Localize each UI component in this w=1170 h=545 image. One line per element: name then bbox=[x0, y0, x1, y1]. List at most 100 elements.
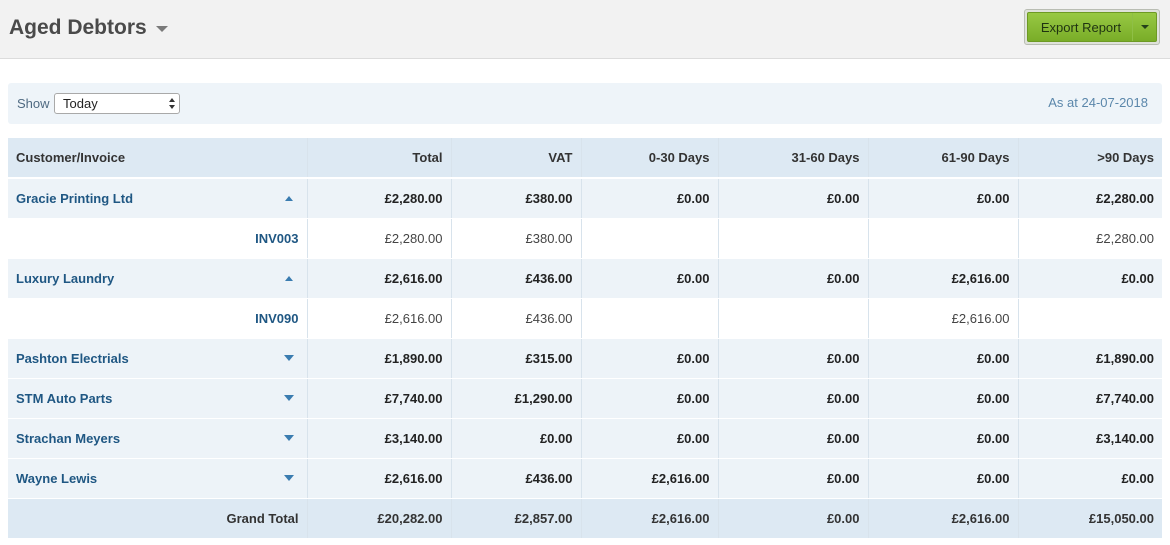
amount-cell: £0.00 bbox=[1018, 258, 1162, 299]
column-header: >90 Days bbox=[1018, 138, 1162, 179]
expand-row-toggle[interactable] bbox=[279, 388, 299, 408]
customer-link[interactable]: STM Auto Parts bbox=[16, 391, 112, 406]
column-header: VAT bbox=[451, 138, 582, 179]
amount-cell: £0.00 bbox=[718, 258, 869, 299]
amount-cell: £2,616.00 bbox=[868, 258, 1019, 299]
customer-row: Strachan Meyers £3,140.00 £0.00 £0.00 £0.00 £… bbox=[8, 418, 1162, 459]
amount-cell: £1,890.00 bbox=[307, 338, 452, 379]
amount-cell: £0.00 bbox=[868, 458, 1019, 499]
grand-total-cell: £2,616.00 bbox=[581, 498, 719, 538]
amount-cell bbox=[1018, 298, 1162, 339]
triangle-up-icon bbox=[284, 195, 293, 201]
show-select[interactable]: Today bbox=[54, 93, 180, 114]
triangle-down-icon bbox=[283, 395, 294, 401]
page-title: Aged Debtors bbox=[9, 16, 147, 39]
show-label: Show bbox=[17, 96, 50, 111]
amount-cell: £2,616.00 bbox=[868, 298, 1019, 339]
amount-cell: £2,616.00 bbox=[307, 258, 452, 299]
customer-cell: STM Auto Parts bbox=[8, 378, 308, 419]
customer-row: STM Auto Parts £7,740.00 £1,290.00 £0.00 £0.… bbox=[8, 378, 1162, 419]
expand-row-toggle[interactable] bbox=[279, 468, 299, 488]
amount-cell: £0.00 bbox=[581, 378, 719, 419]
amount-cell: £0.00 bbox=[581, 258, 719, 299]
amount-cell bbox=[581, 218, 719, 259]
invoice-link[interactable]: INV090 bbox=[255, 311, 298, 326]
amount-cell bbox=[581, 298, 719, 339]
invoice-cell: INV003 bbox=[8, 218, 308, 259]
customer-cell: Gracie Printing Ltd bbox=[8, 178, 308, 219]
amount-cell: £0.00 bbox=[581, 178, 719, 219]
export-report-button[interactable]: Export Report bbox=[1027, 12, 1157, 42]
collapse-row-toggle[interactable] bbox=[279, 268, 299, 288]
customer-row: Wayne Lewis £2,616.00 £436.00 £2,616.00 £0.0… bbox=[8, 458, 1162, 499]
amount-cell: £2,616.00 bbox=[307, 458, 452, 499]
amount-cell: £0.00 bbox=[581, 338, 719, 379]
customer-link[interactable]: Strachan Meyers bbox=[16, 431, 120, 446]
amount-cell: £0.00 bbox=[718, 378, 869, 419]
amount-cell: £1,290.00 bbox=[451, 378, 582, 419]
amount-cell: £7,740.00 bbox=[307, 378, 452, 419]
amount-cell: £0.00 bbox=[581, 418, 719, 459]
grand-total-label: Grand Total bbox=[8, 498, 308, 538]
customer-cell: Strachan Meyers bbox=[8, 418, 308, 459]
amount-cell: £0.00 bbox=[718, 458, 869, 499]
aged-debtors-table: Customer/Invoice Total VAT 0-30 Days 31-60 D… bbox=[8, 138, 1162, 538]
amount-cell: £2,280.00 bbox=[307, 178, 452, 219]
column-header: Total bbox=[307, 138, 452, 179]
page-header: Aged Debtors Export Report bbox=[0, 0, 1170, 59]
grand-total-cell: £20,282.00 bbox=[307, 498, 452, 538]
amount-cell: £0.00 bbox=[868, 378, 1019, 419]
export-menu-toggle[interactable] bbox=[1132, 13, 1156, 41]
amount-cell: £0.00 bbox=[718, 338, 869, 379]
invoice-row: INV003 £2,280.00 £380.00 £2,280.00 bbox=[8, 218, 1162, 259]
customer-cell: Pashton Electrials bbox=[8, 338, 308, 379]
collapse-row-toggle[interactable] bbox=[279, 188, 299, 208]
amount-cell bbox=[868, 218, 1019, 259]
expand-row-toggle[interactable] bbox=[279, 428, 299, 448]
invoice-link[interactable]: INV003 bbox=[255, 231, 298, 246]
customer-cell: Luxury Laundry bbox=[8, 258, 308, 299]
customer-row: Luxury Laundry £2,616.00 £436.00 £0.00 £0.00… bbox=[8, 258, 1162, 299]
invoice-row: INV090 £2,616.00 £436.00 £2,616.00 bbox=[8, 298, 1162, 339]
amount-cell: £3,140.00 bbox=[307, 418, 452, 459]
invoice-cell: INV090 bbox=[8, 298, 308, 339]
amount-cell: £2,280.00 bbox=[1018, 178, 1162, 219]
amount-cell: £2,616.00 bbox=[307, 298, 452, 339]
expand-row-toggle[interactable] bbox=[279, 348, 299, 368]
amount-cell: £2,616.00 bbox=[581, 458, 719, 499]
amount-cell: £380.00 bbox=[451, 218, 582, 259]
table-header-row: Customer/Invoice Total VAT 0-30 Days 31-60 D… bbox=[8, 138, 1162, 179]
amount-cell: £1,890.00 bbox=[1018, 338, 1162, 379]
amount-cell: £0.00 bbox=[718, 418, 869, 459]
grand-total-cell: £15,050.00 bbox=[1018, 498, 1162, 538]
amount-cell bbox=[718, 218, 869, 259]
customer-link[interactable]: Pashton Electrials bbox=[16, 351, 129, 366]
triangle-down-icon bbox=[283, 435, 294, 441]
amount-cell: £436.00 bbox=[451, 458, 582, 499]
chevron-down-icon bbox=[1140, 25, 1149, 29]
filter-bar: Show Today As at 24-07-2018 bbox=[8, 83, 1162, 124]
chevron-down-icon[interactable] bbox=[155, 26, 168, 32]
amount-cell: £2,280.00 bbox=[307, 218, 452, 259]
export-report-group: Export Report bbox=[1024, 9, 1160, 45]
amount-cell: £0.00 bbox=[718, 178, 869, 219]
customer-link[interactable]: Gracie Printing Ltd bbox=[16, 191, 133, 206]
customer-row: Gracie Printing Ltd £2,280.00 £380.00 £0.00… bbox=[8, 178, 1162, 219]
amount-cell: £7,740.00 bbox=[1018, 378, 1162, 419]
customer-link[interactable]: Luxury Laundry bbox=[16, 271, 114, 286]
show-select-value: Today bbox=[63, 96, 98, 111]
amount-cell: £315.00 bbox=[451, 338, 582, 379]
amount-cell: £0.00 bbox=[451, 418, 582, 459]
customer-link[interactable]: Wayne Lewis bbox=[16, 471, 97, 486]
column-header: 61-90 Days bbox=[868, 138, 1019, 179]
customer-row: Pashton Electrials £1,890.00 £315.00 £0.00 £… bbox=[8, 338, 1162, 379]
triangle-up-icon bbox=[284, 275, 293, 281]
report-title-menu[interactable]: Aged Debtors bbox=[9, 16, 168, 40]
triangle-down-icon bbox=[283, 475, 294, 481]
grand-total-cell: £0.00 bbox=[718, 498, 869, 538]
triangle-down-icon bbox=[283, 355, 294, 361]
grand-total-cell: £2,616.00 bbox=[868, 498, 1019, 538]
column-header: 31-60 Days bbox=[718, 138, 869, 179]
column-header: Customer/Invoice bbox=[8, 138, 308, 179]
amount-cell: £0.00 bbox=[1018, 458, 1162, 499]
